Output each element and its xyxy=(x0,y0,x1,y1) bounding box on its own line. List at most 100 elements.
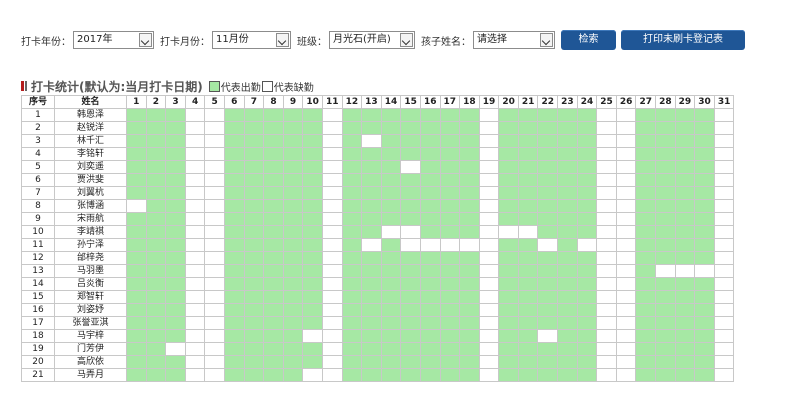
attendance-cell-present xyxy=(517,251,539,265)
column-header-day: 1 xyxy=(126,95,147,109)
attendance-cell-absent xyxy=(184,212,206,226)
attendance-cell-present xyxy=(557,355,578,369)
attendance-cell-present xyxy=(126,108,147,122)
attendance-cell-present xyxy=(380,147,402,161)
attendance-cell-present xyxy=(361,121,382,135)
attendance-cell-present xyxy=(517,264,539,278)
attendance-cell-present xyxy=(243,290,265,304)
table-row: 19 门芳伊 xyxy=(21,342,735,356)
attendance-cell-absent xyxy=(184,173,206,187)
table-row: 15 郑智轩 xyxy=(21,290,735,304)
attendance-cell-present xyxy=(517,186,539,200)
attendance-cell-present xyxy=(282,251,304,265)
attendance-cell-present xyxy=(126,329,147,343)
child-select[interactable]: 请选择 xyxy=(473,31,555,49)
attendance-cell-absent xyxy=(321,238,343,252)
attendance-cell-present xyxy=(439,251,461,265)
attendance-cell-present xyxy=(655,173,676,187)
attendance-cell-present xyxy=(439,173,461,187)
column-header-no: 序号 xyxy=(21,95,55,109)
attendance-cell-present xyxy=(694,121,715,135)
search-button[interactable]: 检索 xyxy=(561,30,616,50)
attendance-cell-present xyxy=(419,147,441,161)
print-unswiped-button[interactable]: 打印未刷卡登记表 xyxy=(621,30,745,50)
attendance-cell-present xyxy=(635,342,657,356)
attendance-cell-present xyxy=(459,173,480,187)
attendance-cell-present xyxy=(380,342,402,356)
attendance-cell-present xyxy=(282,134,304,148)
attendance-cell-absent xyxy=(478,277,500,291)
attendance-cell-present xyxy=(282,173,304,187)
attendance-cell-present xyxy=(557,290,578,304)
attendance-cell-present xyxy=(263,290,284,304)
attendance-cell-present xyxy=(263,316,284,330)
attendance-cell-present xyxy=(380,160,402,174)
attendance-cell-present xyxy=(341,303,363,317)
attendance-cell-present xyxy=(655,368,676,382)
year-select-value: 2017年 xyxy=(77,34,113,45)
attendance-cell-present xyxy=(576,186,598,200)
attendance-cell-present xyxy=(439,160,461,174)
student-name: 韩恩泽 xyxy=(54,108,127,122)
attendance-cell-present xyxy=(498,173,519,187)
attendance-cell-absent xyxy=(321,277,343,291)
attendance-cell-present xyxy=(165,134,186,148)
attendance-cell-present xyxy=(419,264,441,278)
attendance-cell-present xyxy=(263,329,284,343)
year-select[interactable]: 2017年 xyxy=(73,31,154,49)
attendance-cell-present xyxy=(537,121,559,135)
attendance-cell-absent xyxy=(321,121,343,135)
attendance-cell-present xyxy=(459,108,480,122)
attendance-cell-absent xyxy=(204,212,225,226)
attendance-cell-present xyxy=(263,121,284,135)
attendance-cell-present xyxy=(498,368,519,382)
attendance-cell-absent xyxy=(615,342,637,356)
attendance-cell-present xyxy=(223,303,245,317)
class-select[interactable]: 月光石(开启) xyxy=(329,31,415,49)
attendance-cell-present xyxy=(537,264,559,278)
attendance-cell-present xyxy=(126,160,147,174)
attendance-cell-present xyxy=(498,186,519,200)
attendance-cell-absent xyxy=(321,290,343,304)
class-select-value: 月光石(开启) xyxy=(333,34,391,45)
attendance-cell-present xyxy=(557,238,578,252)
attendance-cell-absent xyxy=(361,134,382,148)
attendance-cell-present xyxy=(459,225,480,239)
attendance-cell-present xyxy=(674,238,696,252)
attendance-cell-absent xyxy=(204,238,225,252)
column-header-day: 4 xyxy=(184,95,206,109)
attendance-cell-present xyxy=(263,212,284,226)
attendance-cell-absent xyxy=(615,121,637,135)
attendance-cell-present xyxy=(635,264,657,278)
attendance-cell-present xyxy=(145,225,167,239)
attendance-cell-present xyxy=(380,134,402,148)
attendance-cell-present xyxy=(635,212,657,226)
attendance-cell-absent xyxy=(713,303,735,317)
attendance-cell-present xyxy=(635,303,657,317)
attendance-cell-present xyxy=(517,134,539,148)
attendance-cell-present xyxy=(635,368,657,382)
attendance-cell-present xyxy=(517,355,539,369)
attendance-cell-present xyxy=(302,316,323,330)
attendance-cell-absent xyxy=(713,225,735,239)
student-name: 邰梓尧 xyxy=(54,251,127,265)
attendance-cell-present xyxy=(537,303,559,317)
month-select[interactable]: 11月份 xyxy=(212,31,291,49)
attendance-cell-present xyxy=(459,303,480,317)
attendance-cell-present xyxy=(282,368,304,382)
attendance-cell-present xyxy=(459,277,480,291)
attendance-cell-present xyxy=(419,277,441,291)
attendance-cell-absent xyxy=(713,251,735,265)
attendance-cell-present xyxy=(361,290,382,304)
attendance-cell-present xyxy=(400,134,421,148)
attendance-cell-present xyxy=(576,264,598,278)
attendance-cell-present xyxy=(165,355,186,369)
year-label: 打卡年份： xyxy=(21,36,71,48)
attendance-cell-absent xyxy=(478,290,500,304)
attendance-cell-present xyxy=(361,355,382,369)
attendance-cell-absent xyxy=(694,264,715,278)
attendance-cell-present xyxy=(674,303,696,317)
table-row: 4 李铭轩 xyxy=(21,147,735,161)
attendance-cell-absent xyxy=(713,290,735,304)
attendance-cell-present xyxy=(361,329,382,343)
